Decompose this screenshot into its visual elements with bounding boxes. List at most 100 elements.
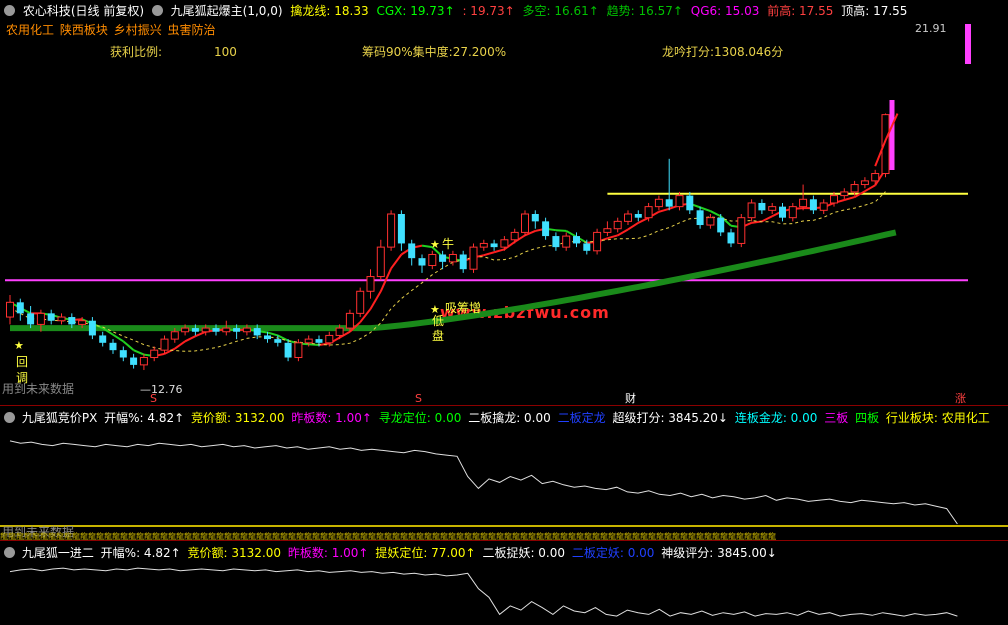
period-marker: S: [150, 392, 157, 405]
pullback-label: 调: [16, 371, 28, 385]
indicator-value: 昨板数: 1.00↑: [291, 411, 372, 425]
indicator-value: 超级打分: 3845.20↓: [612, 411, 728, 425]
trend-line-segment: [112, 333, 124, 343]
candle-body: [531, 214, 539, 222]
indicator-value: 神级评分: 3845.00↓: [661, 546, 777, 560]
candle-body: [459, 254, 467, 270]
candle-body: [799, 198, 808, 208]
candle-body: [696, 210, 704, 226]
candle-body: [345, 312, 354, 329]
candle-body: [552, 236, 560, 248]
candle-body: [448, 253, 457, 263]
trend-line-segment: [709, 210, 722, 218]
candle-body: [130, 357, 138, 365]
candle-body: [758, 202, 766, 211]
star-icon: ★: [430, 238, 440, 251]
first-to-second-series-line: [9, 567, 958, 617]
candle-body: [439, 254, 447, 262]
indicator-value: 二板捉妖: 0.00: [482, 546, 566, 560]
indicator-value: 提妖定位: 77.00↑: [375, 546, 476, 560]
main-chart-panel[interactable]: 农心科技(日线 前复权) 九尾狐起爆主(1,0,0) 擒龙线: 18.33 CG…: [0, 0, 1008, 405]
indicator-name: 九尾狐竞价PX: [21, 411, 98, 425]
candle-body: [665, 199, 673, 207]
candle-body: [315, 339, 323, 343]
indicator-value: 昨板数: 1.00↑: [287, 546, 369, 560]
trend-line-segment: [493, 248, 505, 254]
auction-line-chart: [0, 440, 1008, 527]
trend-line-segment: [195, 330, 207, 338]
candle-body: [510, 231, 519, 241]
low-buy-label: 盘: [432, 328, 444, 343]
indicator-value: 竞价额: 3132.00: [191, 411, 285, 425]
candle-body: [428, 253, 437, 267]
candle-body: [274, 339, 282, 343]
trend-line-segment: [637, 216, 650, 224]
candle-body: [233, 328, 241, 332]
candle-body: [727, 232, 735, 244]
candle-body: [583, 243, 591, 251]
indicator-value: 开幅%: 4.82↑: [100, 546, 181, 560]
candle-body: [469, 246, 478, 270]
trend-line-segment: [617, 228, 629, 237]
low-buy-label: 低: [432, 314, 444, 328]
candle-body: [36, 312, 45, 325]
auction-indicator-panel[interactable]: 九尾狐竞价PX 开幅%: 4.82↑ 竞价额: 3132.00 昨板数: 1.0…: [0, 405, 1008, 541]
gear-icon[interactable]: [4, 547, 15, 558]
first-to-second-panel[interactable]: 九尾狐一进二 开幅%: 4.82↑ 竞价额: 3132.00 昨板数: 1.00…: [0, 540, 1008, 625]
candle-body: [16, 302, 24, 314]
candle-body: [109, 342, 117, 351]
period-marker: 财: [625, 391, 636, 405]
candle-body: [181, 327, 190, 333]
trend-line-segment: [658, 207, 670, 213]
trend-line-segment: [174, 340, 186, 350]
candle-body: [88, 320, 96, 336]
bull-label: 牛: [442, 236, 454, 251]
indicator-value: 三板: [824, 411, 849, 425]
trend-line-segment: [607, 234, 618, 240]
indicator-name: 九尾狐一进二: [21, 546, 94, 560]
candle-body: [840, 191, 849, 197]
candle-body: [222, 327, 231, 333]
candle-body: [191, 328, 199, 332]
trend-line-segment: [122, 340, 135, 351]
indicator-value: 二板定龙: [557, 411, 606, 425]
pullback-label: 回: [16, 355, 28, 369]
candle-body: [294, 342, 303, 359]
period-marker: 涨: [955, 392, 966, 405]
candlestick-chart[interactable]: ★回调★ 牛★ 吸筹增低盘—12.76S S 财涨: [0, 0, 1008, 405]
signal-bar: [965, 24, 971, 64]
candle-body: [819, 202, 828, 211]
candle-body: [675, 195, 684, 208]
trend-line-segment: [267, 331, 279, 337]
candle-body: [717, 217, 725, 233]
candle-body: [788, 206, 797, 219]
trend-line-segment: [184, 335, 196, 343]
candle-body: [68, 317, 76, 325]
candle-body: [212, 328, 220, 332]
price-low-label: —12.76: [140, 383, 183, 396]
sub1-header: 九尾狐竞价PX 开幅%: 4.82↑ 竞价额: 3132.00 昨板数: 1.0…: [4, 409, 993, 426]
candle-body: [850, 184, 859, 193]
trend-line-segment: [308, 343, 320, 347]
accumulate-label: 吸筹增: [445, 301, 481, 315]
indicator-value: 二板擒龙: 0.00: [468, 411, 551, 425]
candle-body: [27, 313, 35, 325]
candle-body: [397, 214, 405, 244]
candle-body: [160, 338, 169, 351]
candle-body: [871, 173, 880, 182]
auction-series-line: [9, 440, 958, 525]
candle-body: [99, 335, 107, 343]
indicator-value: 四板: [855, 411, 880, 425]
candle-body: [78, 320, 87, 325]
candle-body: [335, 327, 344, 336]
period-marker: S: [415, 392, 422, 405]
trend-line-segment: [864, 184, 876, 193]
candle-body: [573, 236, 580, 244]
gear-icon[interactable]: [4, 412, 15, 423]
candle-body: [706, 217, 715, 226]
indicator-value: 二板定妖: 0.00: [571, 546, 655, 560]
candle-body: [593, 231, 602, 252]
candle-body: [119, 350, 127, 358]
candle-body: [376, 246, 385, 278]
trend-line-segment: [555, 229, 567, 232]
